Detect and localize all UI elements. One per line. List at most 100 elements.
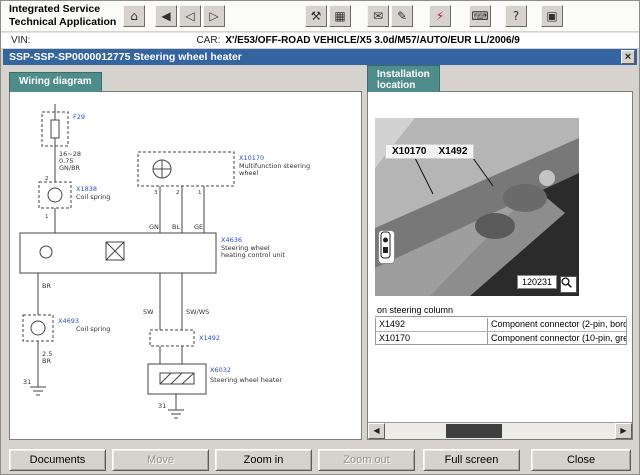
page-back-icon: ◁ bbox=[185, 10, 194, 22]
tab-installation-location[interactable]: Installation location bbox=[367, 65, 440, 92]
label-conn-heater: X6032 bbox=[210, 366, 231, 374]
vehicle-bar: VIN: CAR: X'/E53/OFF-ROAD VEHICLE/X5 3.0… bbox=[1, 32, 639, 48]
notes-icon: ✎ bbox=[397, 10, 407, 22]
app-title-line2: Technical Application bbox=[9, 16, 116, 29]
svg-text:SW/WS: SW/WS bbox=[186, 308, 209, 316]
keyboard-button[interactable]: ⌨ bbox=[469, 5, 491, 27]
back-button[interactable]: ◀ bbox=[155, 5, 177, 27]
toolbar-group: ▣ bbox=[541, 5, 565, 27]
diagram-pin-numbers: 2 1 3 2 1 bbox=[45, 176, 202, 220]
table-row[interactable]: X1492Component connector (2-pin, bordeau… bbox=[376, 318, 626, 331]
label-conn-heater-mid: X1492 bbox=[199, 334, 220, 342]
svg-text:BL: BL bbox=[172, 223, 180, 231]
control-unit-symbol bbox=[20, 233, 216, 273]
home-icon: ⌂ bbox=[130, 10, 138, 22]
scroll-right-icon: ▶ bbox=[620, 426, 626, 435]
close-icon: × bbox=[625, 51, 631, 63]
page-forward-icon: ▷ bbox=[209, 10, 218, 22]
toolbar-group: ⌂ bbox=[123, 5, 147, 27]
tab-wiring-diagram[interactable]: Wiring diagram bbox=[9, 72, 102, 92]
svg-text:3: 3 bbox=[154, 190, 158, 196]
app-header: Integrated Service Technical Application… bbox=[1, 1, 639, 31]
vin-label: VIN: bbox=[11, 35, 30, 46]
multifunction-steering-wheel-symbol bbox=[138, 152, 234, 233]
car-position-badge bbox=[378, 230, 395, 264]
connector-description-cell: Component connector (10-pin, green, bbox=[488, 332, 626, 344]
main-area: Wiring diagram Installation location bbox=[1, 65, 639, 474]
car-value: X'/E53/OFF-ROAD VEHICLE/X5 3.0d/M57/AUTO… bbox=[225, 35, 520, 46]
app-title: Integrated Service Technical Application bbox=[9, 3, 116, 29]
keyboard-icon: ⌨ bbox=[471, 10, 488, 22]
svg-text:2: 2 bbox=[176, 190, 180, 196]
table-caption: on steering column bbox=[375, 304, 627, 317]
photo-callouts: X10170 X1492 bbox=[385, 144, 474, 159]
switch-screen-button[interactable]: ▣ bbox=[541, 5, 563, 27]
svg-text:31: 31 bbox=[158, 402, 166, 410]
ground-branch bbox=[23, 273, 53, 395]
heater-branch bbox=[148, 273, 206, 418]
svg-text:GN/BR: GN/BR bbox=[59, 164, 81, 172]
zoom-in-button[interactable]: Zoom in bbox=[215, 449, 312, 471]
toolbar-group: ⚒▦ bbox=[305, 5, 353, 27]
tab-wiring-diagram-label: Wiring diagram bbox=[19, 76, 92, 87]
mail-icon: ✉ bbox=[373, 10, 383, 22]
label-cu-code: X4636 bbox=[221, 236, 242, 244]
svg-text:SW: SW bbox=[143, 308, 154, 316]
close-document-button[interactable]: × bbox=[621, 50, 635, 64]
label-conn-coil-bottom: X4693 bbox=[58, 317, 79, 325]
magnify-photo-button[interactable] bbox=[560, 276, 577, 293]
image-number: 120231 bbox=[517, 275, 557, 289]
toolbar-group: ? bbox=[505, 5, 529, 27]
callout-x10170: X10170 bbox=[392, 146, 426, 157]
document-title: SSP-SSP-SP0000012775 Steering wheel heat… bbox=[9, 51, 242, 63]
svg-text:Coil spring: Coil spring bbox=[76, 193, 110, 201]
svg-text:heating control unit: heating control unit bbox=[221, 251, 285, 259]
label-conn-msw: X10170 bbox=[239, 154, 264, 162]
hotline-button[interactable]: ⚡ bbox=[429, 5, 451, 27]
svg-text:1: 1 bbox=[198, 190, 202, 196]
help-icon: ? bbox=[513, 10, 519, 22]
scroll-thumb[interactable] bbox=[446, 424, 502, 438]
measurement-button[interactable]: ▦ bbox=[329, 5, 351, 27]
toolbar-group: ◀ ◁ ▷ bbox=[155, 5, 227, 27]
page-forward-button[interactable]: ▷ bbox=[203, 5, 225, 27]
home-button[interactable]: ⌂ bbox=[123, 5, 145, 27]
scroll-left-icon: ◀ bbox=[373, 426, 379, 435]
svg-text:GE: GE bbox=[194, 223, 203, 231]
zoom-out-button: Zoom out bbox=[318, 449, 415, 471]
switch-screen-icon: ▣ bbox=[546, 10, 557, 22]
connector-id-cell: X10170 bbox=[376, 332, 488, 344]
documents-button[interactable]: Documents bbox=[9, 449, 106, 471]
table-row[interactable]: X10170Component connector (10-pin, green… bbox=[376, 331, 626, 344]
back-icon: ◀ bbox=[161, 10, 170, 22]
scroll-left-button[interactable]: ◀ bbox=[368, 423, 385, 439]
wiring-diagram: F29 X1838 X10170 X4636 X4693 X1492 X6032… bbox=[10, 92, 359, 422]
svg-text:GN: GN bbox=[149, 223, 159, 231]
help-button[interactable]: ? bbox=[505, 5, 527, 27]
mail-button[interactable]: ✉ bbox=[367, 5, 389, 27]
wiring-diagram-canvas[interactable]: F29 X1838 X10170 X4636 X4693 X1492 X6032… bbox=[10, 92, 361, 439]
toolbar-group: ✉✎ bbox=[367, 5, 415, 27]
callout-x1492: X1492 bbox=[438, 146, 467, 157]
installation-location-panel: X10170 X1492 120231 on steering column X… bbox=[367, 91, 633, 440]
notes-button[interactable]: ✎ bbox=[391, 5, 413, 27]
svg-text:BR: BR bbox=[42, 357, 51, 365]
horizontal-scrollbar[interactable]: ◀ ▶ bbox=[368, 422, 632, 439]
svg-text:31: 31 bbox=[23, 378, 31, 386]
full-screen-button[interactable]: Full screen bbox=[423, 449, 520, 471]
wiring-diagram-panel: F29 X1838 X10170 X4636 X4693 X1492 X6032… bbox=[9, 91, 362, 440]
magnifier-icon bbox=[561, 277, 572, 288]
svg-text:wheel: wheel bbox=[239, 169, 258, 177]
coil-spring-top-symbol bbox=[39, 182, 71, 233]
scroll-right-button[interactable]: ▶ bbox=[615, 423, 632, 439]
connector-id-cell: X1492 bbox=[376, 318, 488, 331]
workshop-button[interactable]: ⚒ bbox=[305, 5, 327, 27]
app-title-line1: Integrated Service bbox=[9, 3, 116, 16]
move-button: Move bbox=[112, 449, 209, 471]
toolbar: ⌂◀◁▷⚒▦✉✎⚡⌨?▣ bbox=[123, 5, 565, 27]
tab-installation-label-line2: location bbox=[377, 80, 430, 91]
svg-text:BR: BR bbox=[42, 282, 51, 290]
close-button[interactable]: Close bbox=[531, 449, 631, 471]
svg-text:Steering wheel heater: Steering wheel heater bbox=[210, 376, 282, 384]
page-back-button[interactable]: ◁ bbox=[179, 5, 201, 27]
